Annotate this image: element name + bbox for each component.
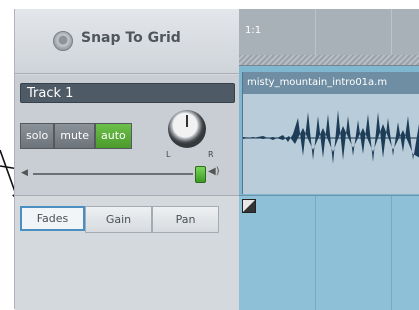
radio-button-icon[interactable]: [53, 31, 73, 51]
audio-waveform: [243, 110, 419, 164]
automation-lane[interactable]: [239, 195, 419, 310]
ruler-mark-label: 1:1: [245, 25, 262, 36]
ruler-hatch: [239, 55, 419, 65]
pan-right-label: R: [208, 150, 214, 159]
speaker-low-icon: ◀: [21, 168, 28, 178]
ruler-tick: [391, 9, 392, 55]
solo-button[interactable]: solo: [20, 123, 55, 149]
edit-mode-tabs: Fades Gain Pan: [20, 206, 219, 233]
pan-knob-indicator: [186, 115, 188, 127]
pan-tab[interactable]: Pan: [152, 206, 219, 233]
audio-clip[interactable]: misty_mountain_intro01a.m: [242, 72, 419, 194]
speaker-high-icon: ◀): [208, 166, 220, 177]
track-button-group: solo mute auto: [20, 123, 132, 149]
ruler-tick: [315, 9, 316, 55]
pan-knob[interactable]: [168, 110, 206, 148]
track-name-field[interactable]: Track 1: [20, 83, 235, 103]
track-control-panel: Snap To Grid Track 1 solo mute auto L R …: [14, 9, 240, 310]
timeline-ruler[interactable]: 1:1: [239, 9, 419, 66]
track-header: Track 1 solo mute auto L R ◀ ◀): [15, 75, 240, 195]
timeline-area[interactable]: 1:1 misty_mountain_intro01a.m: [239, 9, 419, 310]
snap-to-grid-label[interactable]: Snap To Grid: [81, 30, 181, 46]
fades-tab[interactable]: Fades: [20, 206, 85, 231]
grid-line: [391, 196, 392, 310]
mute-button[interactable]: mute: [54, 123, 96, 149]
grid-line: [315, 196, 316, 310]
volume-slider-thumb[interactable]: [195, 166, 206, 183]
fade-handle-icon[interactable]: [242, 199, 256, 213]
snap-to-grid-bar: Snap To Grid: [15, 9, 240, 74]
auto-button[interactable]: auto: [95, 123, 132, 149]
clip-name: misty_mountain_intro01a.m: [243, 72, 419, 94]
edit-mode-area: Fades Gain Pan: [15, 195, 240, 310]
volume-slider[interactable]: [33, 173, 193, 175]
pan-left-label: L: [166, 150, 171, 159]
gain-tab[interactable]: Gain: [85, 206, 152, 233]
